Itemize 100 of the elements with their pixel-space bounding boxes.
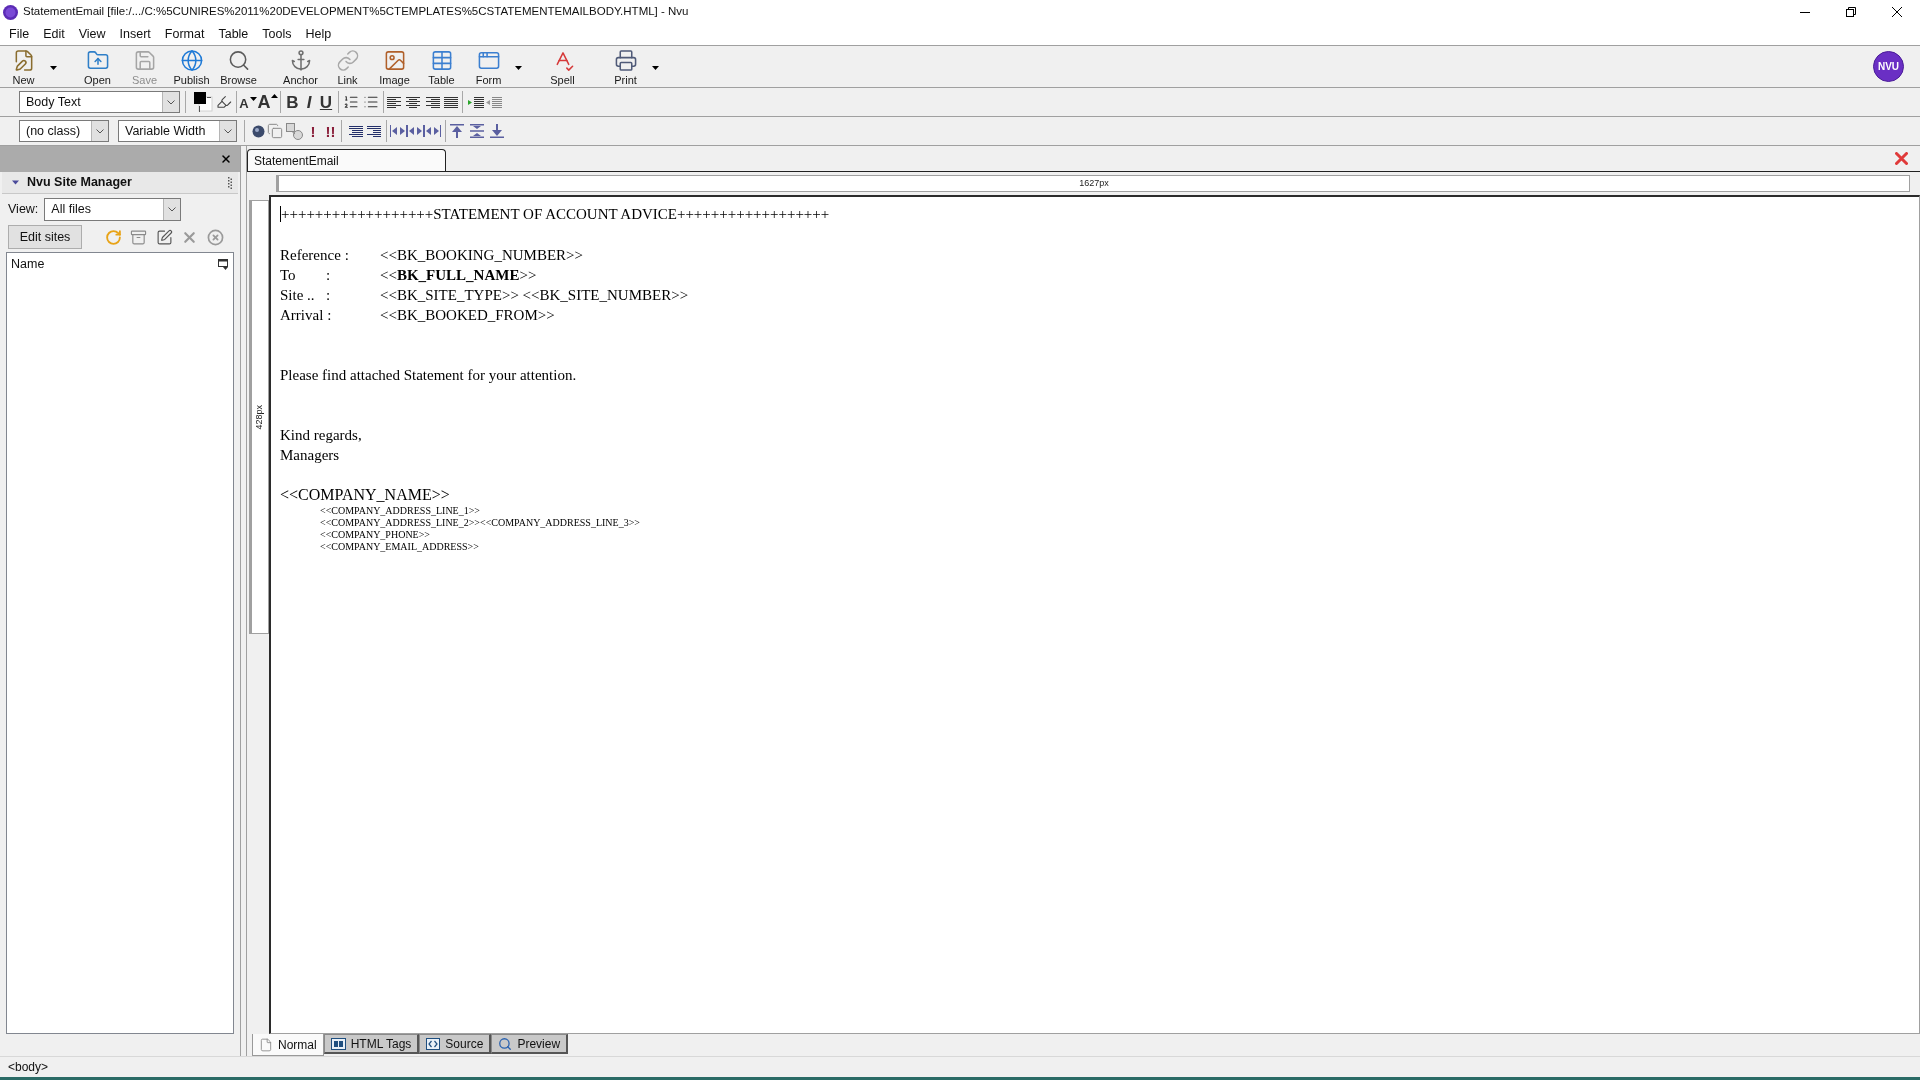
view-mode-tab[interactable]: Source [419, 1034, 492, 1054]
indent-icon[interactable] [468, 96, 484, 108]
field-label: Site .. [280, 286, 316, 305]
horizontal-arrows-icon[interactable] [407, 125, 424, 137]
caret-down-icon [249, 97, 257, 101]
panel-header[interactable]: Nvu Site Manager [2, 172, 238, 194]
menu-item[interactable]: File [2, 25, 37, 44]
field-label: Reference [280, 246, 341, 265]
view-select[interactable]: All files [44, 197, 182, 221]
italic-button[interactable]: I [305, 91, 313, 113]
vertical-ruler: 428px [249, 200, 269, 634]
view-label: View: [8, 200, 39, 218]
numbered-list-icon[interactable] [343, 94, 359, 110]
window-icon [476, 49, 501, 72]
tag-box-icon [330, 1037, 346, 1050]
bullet-list-icon[interactable] [363, 94, 379, 110]
field-colon: : [326, 266, 331, 285]
view-mode-tab[interactable]: Normal [252, 1034, 324, 1056]
caret-down-icon [651, 65, 659, 70]
paragraph-format-select[interactable]: Body Text [19, 91, 180, 113]
align-left-icon[interactable] [387, 96, 401, 108]
align-center-icon[interactable] [406, 96, 420, 108]
anchor-button[interactable]: Anchor [277, 46, 324, 87]
grip-icon[interactable] [228, 176, 232, 189]
menu-item[interactable]: Edit [36, 25, 72, 44]
message-text: Please find attached Statement for your attention. [280, 366, 578, 385]
menu-item[interactable]: Tools [255, 25, 299, 44]
horizontal-arrows-icon[interactable] [390, 125, 407, 137]
browse-button[interactable]: Browse [215, 46, 262, 87]
address-line: <<COMPANY_EMAIL_ADDRESS>> [320, 541, 480, 553]
print-button[interactable]: Print [602, 46, 649, 87]
document-tab[interactable]: StatementEmail [247, 149, 446, 171]
link-icon [335, 49, 360, 72]
field-value: <<BK_BOOKING_NUMBER>> [380, 246, 583, 265]
lines-icon[interactable] [367, 125, 381, 137]
column-picker-icon[interactable] [218, 258, 229, 270]
close-icon[interactable] [220, 153, 232, 165]
menu-item[interactable]: View [71, 25, 113, 44]
view-mode-tab[interactable]: Preview [491, 1034, 569, 1054]
caret-down-icon [49, 65, 57, 70]
restore-icon[interactable] [1846, 7, 1856, 17]
horizontal-arrows-icon[interactable] [424, 125, 441, 137]
align-middle-icon[interactable] [470, 124, 484, 138]
chevron-down-icon [224, 128, 232, 134]
close-icon[interactable] [1892, 7, 1902, 17]
field-value: <<BK_FULL_NAME>> [380, 266, 537, 285]
sphere-icon[interactable] [252, 124, 265, 138]
field-value: <<BK_BOOKED_FROM>> [380, 306, 555, 325]
field-colon: : [344, 246, 349, 265]
chevron-down-icon [168, 206, 177, 212]
menu-item[interactable]: Help [298, 25, 339, 44]
menu-item[interactable]: Insert [112, 25, 158, 44]
horizontal-ruler: 1627px [276, 175, 1910, 192]
font-larger-button[interactable]: A [258, 91, 277, 113]
folder-arrow-icon [85, 49, 110, 72]
font-smaller-button[interactable]: A [240, 91, 256, 113]
width-select[interactable]: Variable Width [118, 120, 237, 142]
edit-sites-button[interactable]: Edit sites [8, 225, 82, 249]
new-button[interactable]: New [0, 46, 47, 87]
code-icon [426, 1037, 441, 1050]
chevron-down-icon [167, 99, 175, 105]
align-top-icon[interactable] [450, 124, 464, 138]
underline-button[interactable]: U [319, 91, 333, 113]
menu-item[interactable]: Format [157, 25, 212, 44]
text-color-icon[interactable] [193, 91, 213, 113]
square-circle-icon[interactable] [286, 122, 303, 140]
address-line: <<COMPANY_PHONE>> [320, 529, 431, 541]
publish-button[interactable]: Publish [168, 46, 215, 87]
link-button[interactable]: Link [324, 46, 371, 87]
closing-text: Managers [280, 446, 341, 465]
align-right-icon[interactable] [426, 96, 440, 108]
highlighter-icon[interactable] [216, 94, 232, 110]
bold-button[interactable]: B [286, 91, 299, 113]
address-line: <<COMPANY_ADDRESS_LINE_2>><<COMPANY_ADDRESS_LINE_3>> [320, 517, 641, 529]
box-icon[interactable] [130, 228, 147, 246]
class-select[interactable]: (no class) [19, 120, 109, 142]
table-button[interactable]: Table [418, 46, 465, 87]
menu-item[interactable]: Table [211, 25, 256, 44]
closing-text: Kind regards, [280, 426, 363, 445]
align-bottom-icon[interactable] [490, 124, 504, 138]
app-logo-icon [3, 4, 18, 20]
field-colon: : [327, 306, 332, 325]
window-title: StatementEmail [file:/.../C:%5CUNIRES%2011%20DEVELOPMENT%5CTEMPLATES%5CSTATEMENTEMAILBODY.HTML] - Nvu [23, 4, 689, 20]
strong-button[interactable]: !! [325, 120, 336, 142]
field-label: To [280, 266, 297, 285]
spell-button[interactable]: Spell [539, 46, 586, 87]
expand-triangle-icon[interactable] [12, 179, 19, 186]
panel-title: Nvu Site Manager [27, 174, 132, 192]
justify-icon[interactable] [444, 96, 458, 108]
status-path: <body> [8, 1059, 49, 1076]
company-name: <<COMPANY_NAME>> [280, 485, 451, 505]
minimize-icon[interactable] [1800, 11, 1810, 13]
open-button[interactable]: Open [74, 46, 121, 87]
lines-icon[interactable] [349, 125, 363, 137]
column-header[interactable]: Name [11, 254, 45, 274]
edit-icon[interactable] [156, 228, 173, 246]
form-button[interactable]: Form [465, 46, 512, 87]
emphasis-button[interactable]: ! [309, 120, 317, 142]
view-mode-tab[interactable]: HTML Tags [323, 1034, 420, 1054]
image-button[interactable]: Image [371, 46, 418, 87]
